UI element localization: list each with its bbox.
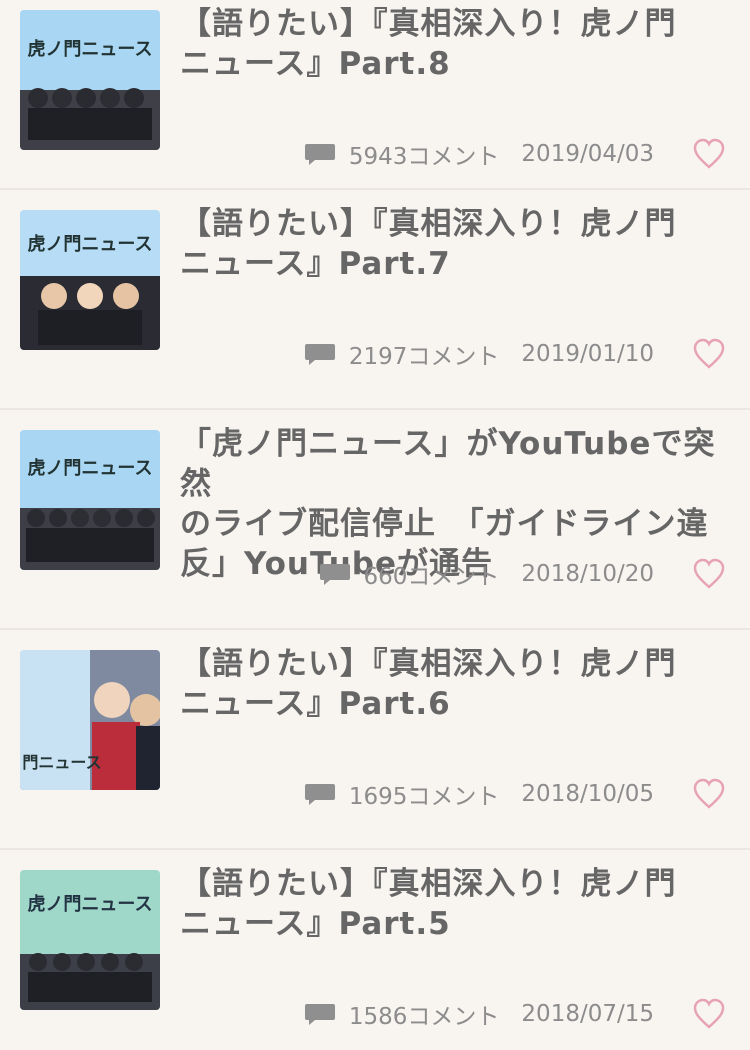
article-row[interactable]: 虎ノ門ニュース 【語りたい】『真相深入り！虎ノ門 ニュース』Part.8 594… xyxy=(0,0,750,190)
heart-outline-icon[interactable] xyxy=(692,997,726,1031)
article-meta: 2197コメント 2019/01/10 xyxy=(303,336,726,372)
title-line: ニュース』Part.8 xyxy=(180,46,451,82)
comment-count: 2197コメント xyxy=(348,344,500,370)
comment-icon xyxy=(304,344,335,365)
thumbnail-image: 虎ノ門ニュース xyxy=(20,870,160,1010)
thumbnail-image: 虎ノ門ニュース xyxy=(20,210,160,350)
title-line: 「虎ノ門ニュース」がYouTubeで突然 xyxy=(180,426,716,502)
article-thumbnail[interactable]: 虎ノ門ニュース xyxy=(20,210,160,350)
title-line: 【語りたい】『真相深入り！虎ノ門 xyxy=(180,206,677,242)
article-date: 2018/07/15 xyxy=(521,1001,654,1027)
thumbnail-label: 虎ノ門ニュース xyxy=(27,38,152,60)
thumbnail-image: ノ門ニュース xyxy=(20,650,160,790)
article-row[interactable]: 虎ノ門ニュース 【語りたい】『真相深入り！虎ノ門 ニュース』Part.7 219… xyxy=(0,190,750,410)
title-line: 【語りたい】『真相深入り！虎ノ門 xyxy=(180,6,677,42)
article-thumbnail[interactable]: ノ門ニュース xyxy=(20,650,160,790)
article-date: 2018/10/20 xyxy=(521,561,654,587)
article-meta: 1586コメント 2018/07/15 xyxy=(303,996,726,1032)
comment-count: 660コメント xyxy=(363,564,500,590)
title-line: ニュース』Part.5 xyxy=(180,906,451,942)
thumbnail-label: 虎ノ門ニュース xyxy=(27,233,152,255)
comment-icon xyxy=(319,564,350,585)
article-thumbnail[interactable]: 虎ノ門ニュース xyxy=(20,870,160,1010)
article-row[interactable]: ノ門ニュース 【語りたい】『真相深入り！虎ノ門 ニュース』Part.6 1695… xyxy=(0,630,750,850)
heart-outline-icon[interactable] xyxy=(692,777,726,811)
thumbnail-image: 虎ノ門ニュース xyxy=(20,10,160,150)
heart-outline-icon[interactable] xyxy=(692,137,726,171)
article-meta: 660コメント 2018/10/20 xyxy=(318,556,726,592)
thumbnail-image: 虎ノ門ニュース xyxy=(20,430,160,570)
comment-icon xyxy=(304,1004,335,1025)
thumbnail-label: ノ門ニュース xyxy=(20,753,102,772)
article-meta: 1695コメント 2018/10/05 xyxy=(303,776,726,812)
comment-count: 1586コメント xyxy=(348,1004,500,1030)
heart-outline-icon[interactable] xyxy=(692,337,726,371)
article-thumbnail[interactable]: 虎ノ門ニュース xyxy=(20,10,160,150)
title-line: ニュース』Part.6 xyxy=(180,686,451,722)
article-title[interactable]: 【語りたい】『真相深入り！虎ノ門 ニュース』Part.6 xyxy=(180,644,720,724)
heart-outline-icon[interactable] xyxy=(692,557,726,591)
article-thumbnail[interactable]: 虎ノ門ニュース xyxy=(20,430,160,570)
title-line: のライブ配信停止 「ガイドライン違 xyxy=(180,506,709,542)
comment-count: 1695コメント xyxy=(348,784,500,810)
article-row[interactable]: 虎ノ門ニュース 【語りたい】『真相深入り！虎ノ門 ニュース』Part.5 158… xyxy=(0,850,750,1050)
article-title[interactable]: 【語りたい】『真相深入り！虎ノ門 ニュース』Part.5 xyxy=(180,864,720,944)
article-date: 2019/04/03 xyxy=(521,141,654,167)
article-row[interactable]: 虎ノ門ニュース 「虎ノ門ニュース」がYouTubeで突然 のライブ配信停止 「ガ… xyxy=(0,410,750,630)
thumbnail-label: 虎ノ門ニュース xyxy=(27,457,152,479)
title-line: ニュース』Part.7 xyxy=(180,246,451,282)
article-list: 虎ノ門ニュース 【語りたい】『真相深入り！虎ノ門 ニュース』Part.8 594… xyxy=(0,0,750,1050)
comment-icon xyxy=(304,144,335,165)
comment-count: 5943コメント xyxy=(348,144,500,170)
thumbnail-label: 虎ノ門ニュース xyxy=(27,893,152,915)
article-date: 2019/01/10 xyxy=(521,341,654,367)
article-date: 2018/10/05 xyxy=(521,781,654,807)
comment-icon xyxy=(304,784,335,805)
title-line: 【語りたい】『真相深入り！虎ノ門 xyxy=(180,646,677,682)
title-line: 【語りたい】『真相深入り！虎ノ門 xyxy=(180,866,677,902)
article-meta: 5943コメント 2019/04/03 xyxy=(303,136,726,172)
article-title[interactable]: 【語りたい】『真相深入り！虎ノ門 ニュース』Part.8 xyxy=(180,4,720,84)
article-title[interactable]: 【語りたい】『真相深入り！虎ノ門 ニュース』Part.7 xyxy=(180,204,720,284)
